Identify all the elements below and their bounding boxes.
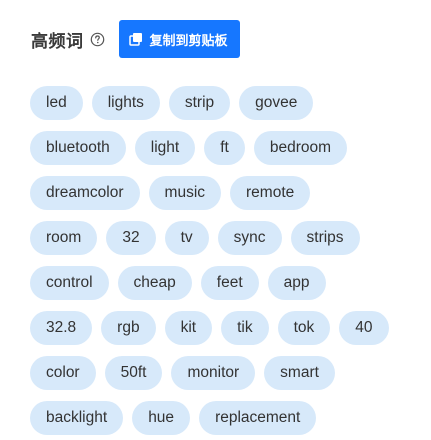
copy-to-clipboard-button[interactable]: 复制到剪贴板 (118, 20, 240, 58)
tag-row: backlight hue replacement (30, 395, 420, 440)
keyword-tag[interactable]: monitor (171, 355, 256, 390)
keyword-tag[interactable]: hue (132, 400, 191, 435)
keyword-tag[interactable]: rgb (101, 310, 156, 345)
keyword-tag[interactable]: strip (168, 85, 231, 120)
keyword-tag[interactable]: bluetooth (30, 130, 126, 165)
keyword-tag[interactable]: 50ft (104, 355, 163, 390)
keyword-tag[interactable]: replacement (199, 400, 317, 435)
copy-button-label: 复制到剪贴板 (149, 33, 228, 49)
keyword-tag[interactable]: tik (221, 310, 269, 345)
copy-icon (128, 32, 143, 46)
keyword-tag[interactable]: 32 (106, 220, 156, 255)
keyword-tag[interactable]: 32.8 (30, 310, 93, 345)
keyword-tag[interactable]: ft (204, 130, 245, 165)
keyword-tag[interactable]: feet (200, 265, 259, 300)
keyword-tag[interactable]: sync (217, 220, 282, 255)
keyword-tag[interactable]: tok (277, 310, 331, 345)
keyword-tag[interactable]: color (30, 355, 96, 390)
keyword-tag[interactable]: room (30, 220, 98, 255)
keyword-tag[interactable]: lights (91, 85, 160, 120)
keyword-tag[interactable]: control (30, 265, 109, 300)
keyword-tag[interactable]: light (134, 130, 196, 165)
keyword-tag[interactable]: backlight (30, 400, 124, 435)
page-title: 高频词 (31, 31, 84, 52)
keyword-tag[interactable]: smart (264, 355, 335, 390)
tag-row: led lights strip govee (30, 80, 420, 125)
keyword-tag[interactable]: strips (290, 220, 360, 255)
tag-row: control cheap feet app (30, 260, 420, 305)
keyword-tag[interactable]: remote (230, 175, 311, 210)
keyword-tag[interactable]: cheap (117, 265, 192, 300)
keyword-tag[interactable]: 40 (339, 310, 389, 345)
keyword-tag[interactable]: bedroom (253, 130, 348, 165)
keyword-tag[interactable]: tv (164, 220, 209, 255)
question-circle-icon[interactable] (90, 32, 105, 47)
keyword-tag[interactable]: app (267, 265, 326, 300)
keyword-tag[interactable]: led (30, 85, 83, 120)
header: 高频词 复制到剪贴板 (31, 18, 240, 60)
keyword-tag[interactable]: kit (164, 310, 213, 345)
keyword-tag[interactable]: music (148, 175, 222, 210)
tag-row: 32.8 rgb kit tik tok 40 (30, 305, 420, 350)
keyword-tag[interactable]: govee (239, 85, 314, 120)
tag-row: room 32 tv sync strips (30, 215, 420, 260)
tag-row: bluetooth light ft bedroom (30, 125, 420, 170)
tag-row: dreamcolor music remote (30, 170, 420, 215)
tag-row: color 50ft monitor smart (30, 350, 420, 395)
keyword-tag-list: led lights strip govee bluetooth light ft bedro… (30, 80, 420, 440)
keyword-tag[interactable]: dreamcolor (30, 175, 140, 210)
